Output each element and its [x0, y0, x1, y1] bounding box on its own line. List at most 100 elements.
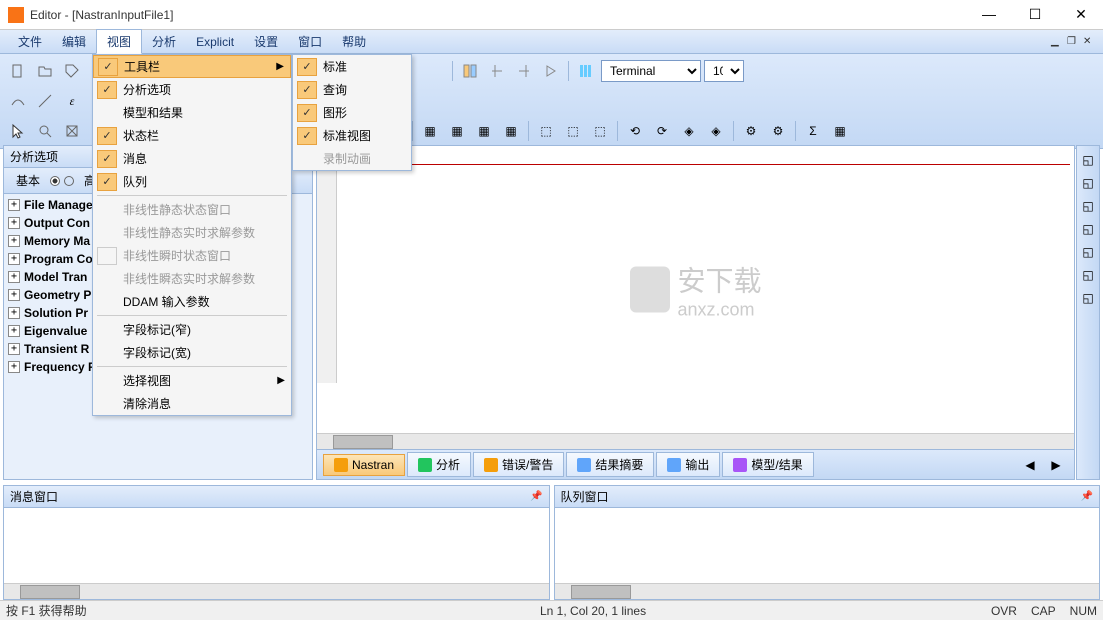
tb-g7-icon[interactable]: ⬚: [588, 119, 612, 143]
submenu-item[interactable]: 标准视图: [293, 124, 411, 147]
menu-item[interactable]: 状态栏: [93, 124, 291, 147]
tb-zoom-icon[interactable]: [33, 119, 57, 143]
close-button[interactable]: ✕: [1067, 6, 1095, 23]
pin-icon[interactable]: 📌: [1081, 491, 1093, 502]
bottom-tab[interactable]: 分析: [407, 452, 471, 477]
tb-fit-icon[interactable]: [60, 119, 84, 143]
menu-analyze[interactable]: 分析: [142, 30, 186, 53]
radio-basic[interactable]: [50, 176, 60, 186]
tb-nav3-icon[interactable]: [539, 59, 563, 83]
tb-g11-icon[interactable]: ◈: [704, 119, 728, 143]
tab-scroll-left-icon[interactable]: ◀: [1018, 453, 1042, 477]
view-back-icon[interactable]: ◱: [1078, 242, 1098, 262]
menu-item[interactable]: DDAM 输入参数: [93, 290, 291, 313]
menu-file[interactable]: 文件: [8, 30, 52, 53]
tb-g8-icon[interactable]: ⟲: [623, 119, 647, 143]
menu-item[interactable]: 工具栏▶: [93, 55, 291, 78]
tb-g15-icon[interactable]: ▦: [828, 119, 852, 143]
menu-item[interactable]: 模型和结果: [93, 101, 291, 124]
expand-icon[interactable]: +: [8, 307, 20, 319]
expand-icon[interactable]: +: [8, 199, 20, 211]
tb-tag-icon[interactable]: [60, 59, 84, 83]
view-front-icon[interactable]: ◱: [1078, 173, 1098, 193]
tb-g14-icon[interactable]: Σ: [801, 119, 825, 143]
menu-item[interactable]: 队列: [93, 170, 291, 193]
bottom-tab[interactable]: 结果摘要: [566, 452, 654, 477]
menu-view[interactable]: 视图: [96, 29, 142, 54]
menu-item[interactable]: 消息: [93, 147, 291, 170]
tab-label: 输出: [685, 456, 709, 473]
expand-icon[interactable]: +: [8, 289, 20, 301]
mdi-minimize[interactable]: ▁: [1051, 36, 1065, 48]
tb-g1-icon[interactable]: ▦: [418, 119, 442, 143]
menu-settings[interactable]: 设置: [244, 30, 288, 53]
view-bottom-icon[interactable]: ◱: [1078, 265, 1098, 285]
tb-g2-icon[interactable]: ▦: [445, 119, 469, 143]
pin-icon[interactable]: 📌: [530, 491, 542, 502]
view-iso-icon[interactable]: ◱: [1078, 150, 1098, 170]
tb-nav2-icon[interactable]: [512, 59, 536, 83]
menu-window[interactable]: 窗口: [288, 30, 332, 53]
tb-g5-icon[interactable]: ⬚: [534, 119, 558, 143]
tb-g9-icon[interactable]: ⟳: [650, 119, 674, 143]
tb-g12-icon[interactable]: ⚙: [739, 119, 763, 143]
submenu-item[interactable]: 查询: [293, 78, 411, 101]
tb-g6-icon[interactable]: ⬚: [561, 119, 585, 143]
view-top-icon[interactable]: ◱: [1078, 196, 1098, 216]
h-scrollbar[interactable]: [317, 433, 1074, 449]
h-scrollbar[interactable]: [555, 583, 1100, 599]
tb-g4-icon[interactable]: ▦: [499, 119, 523, 143]
tb-cursor-icon[interactable]: [6, 119, 30, 143]
editor-content[interactable]: 安下载 anxz.com: [317, 146, 1074, 433]
mdi-restore[interactable]: ❐: [1067, 36, 1081, 48]
view-side-icon[interactable]: ◱: [1078, 219, 1098, 239]
radio-adv[interactable]: [64, 176, 74, 186]
menu-explicit[interactable]: Explicit: [186, 32, 244, 52]
expand-icon[interactable]: +: [8, 361, 20, 373]
tb-split-icon[interactable]: [458, 59, 482, 83]
bottom-tab[interactable]: 模型/结果: [722, 452, 813, 477]
expand-icon[interactable]: +: [8, 271, 20, 283]
bottom-tab[interactable]: 错误/警告: [473, 452, 564, 477]
tab-basic[interactable]: 基本: [10, 170, 46, 191]
view-other-icon[interactable]: ◱: [1078, 288, 1098, 308]
lock-icon: [629, 267, 669, 313]
expand-icon[interactable]: +: [8, 325, 20, 337]
expand-icon[interactable]: +: [8, 217, 20, 229]
menu-item[interactable]: 选择视图▶: [93, 369, 291, 392]
expand-icon[interactable]: +: [8, 235, 20, 247]
tb-g3-icon[interactable]: ▦: [472, 119, 496, 143]
terminal-select[interactable]: Terminal: [601, 60, 701, 82]
number-select[interactable]: 10: [704, 60, 744, 82]
tb-nav1-icon[interactable]: [485, 59, 509, 83]
tb-new-icon[interactable]: [6, 59, 30, 83]
menu-item: 非线性静态实时求解参数: [93, 221, 291, 244]
message-panel-body[interactable]: [4, 508, 549, 583]
tb-g10-icon[interactable]: ◈: [677, 119, 701, 143]
tb-e-icon[interactable]: ε: [60, 89, 84, 113]
expand-icon[interactable]: +: [8, 253, 20, 265]
tab-scroll-right-icon[interactable]: ▶: [1044, 453, 1068, 477]
tb-open-icon[interactable]: [33, 59, 57, 83]
menu-item[interactable]: 分析选项: [93, 78, 291, 101]
submenu-item[interactable]: 图形: [293, 101, 411, 124]
minimize-button[interactable]: —: [975, 6, 1003, 23]
menu-edit[interactable]: 编辑: [52, 30, 96, 53]
tb-line-icon[interactable]: [33, 89, 57, 113]
expand-icon[interactable]: +: [8, 343, 20, 355]
bottom-tab[interactable]: 输出: [656, 452, 720, 477]
tb-g13-icon[interactable]: ⚙: [766, 119, 790, 143]
h-scrollbar[interactable]: [4, 583, 549, 599]
tb-curve-icon[interactable]: [6, 89, 30, 113]
check-icon: [97, 173, 117, 191]
maximize-button[interactable]: ☐: [1021, 6, 1049, 23]
menu-item[interactable]: 清除消息: [93, 392, 291, 415]
queue-panel-body[interactable]: [555, 508, 1100, 583]
mdi-close[interactable]: ✕: [1083, 36, 1097, 48]
menu-item[interactable]: 字段标记(宽): [93, 341, 291, 364]
menu-help[interactable]: 帮助: [332, 30, 376, 53]
bottom-tab[interactable]: Nastran: [323, 454, 405, 476]
menu-item[interactable]: 字段标记(窄): [93, 318, 291, 341]
tb-columns-icon[interactable]: [574, 59, 598, 83]
submenu-item[interactable]: 标准: [293, 55, 411, 78]
